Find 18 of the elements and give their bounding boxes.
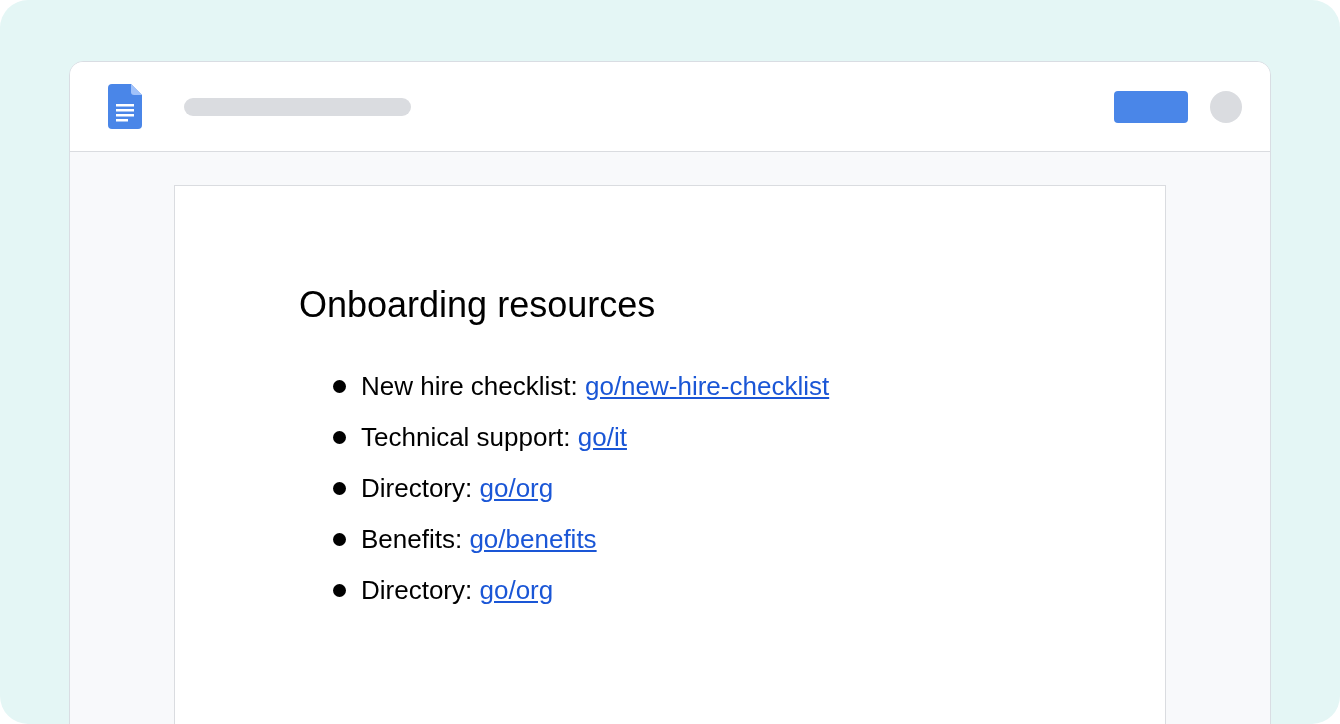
document-heading: Onboarding resources — [299, 283, 657, 327]
list-item-text: Directory: go/org — [361, 471, 554, 505]
bullet-icon — [333, 379, 346, 393]
list-item-text: Directory: go/org — [361, 573, 554, 607]
link[interactable]: go/new-hire-checklist — [584, 370, 830, 401]
link[interactable]: go/benefits — [469, 523, 597, 554]
document-icon[interactable] — [108, 84, 142, 129]
list-item-text: Technical support: go/it — [361, 420, 627, 454]
bullet-icon — [333, 481, 346, 495]
link[interactable]: go/it — [577, 421, 627, 452]
list-item-text: Benefits: go/benefits — [361, 522, 597, 556]
bullet-icon — [333, 583, 346, 597]
action-button[interactable] — [1114, 90, 1188, 123]
link[interactable]: go/org — [479, 472, 554, 503]
link[interactable]: go/org — [479, 574, 554, 605]
list-item-text: New hire checklist: go/new-hire-checklist — [361, 369, 830, 403]
bullet-icon — [333, 430, 346, 444]
bullet-icon — [333, 532, 346, 546]
